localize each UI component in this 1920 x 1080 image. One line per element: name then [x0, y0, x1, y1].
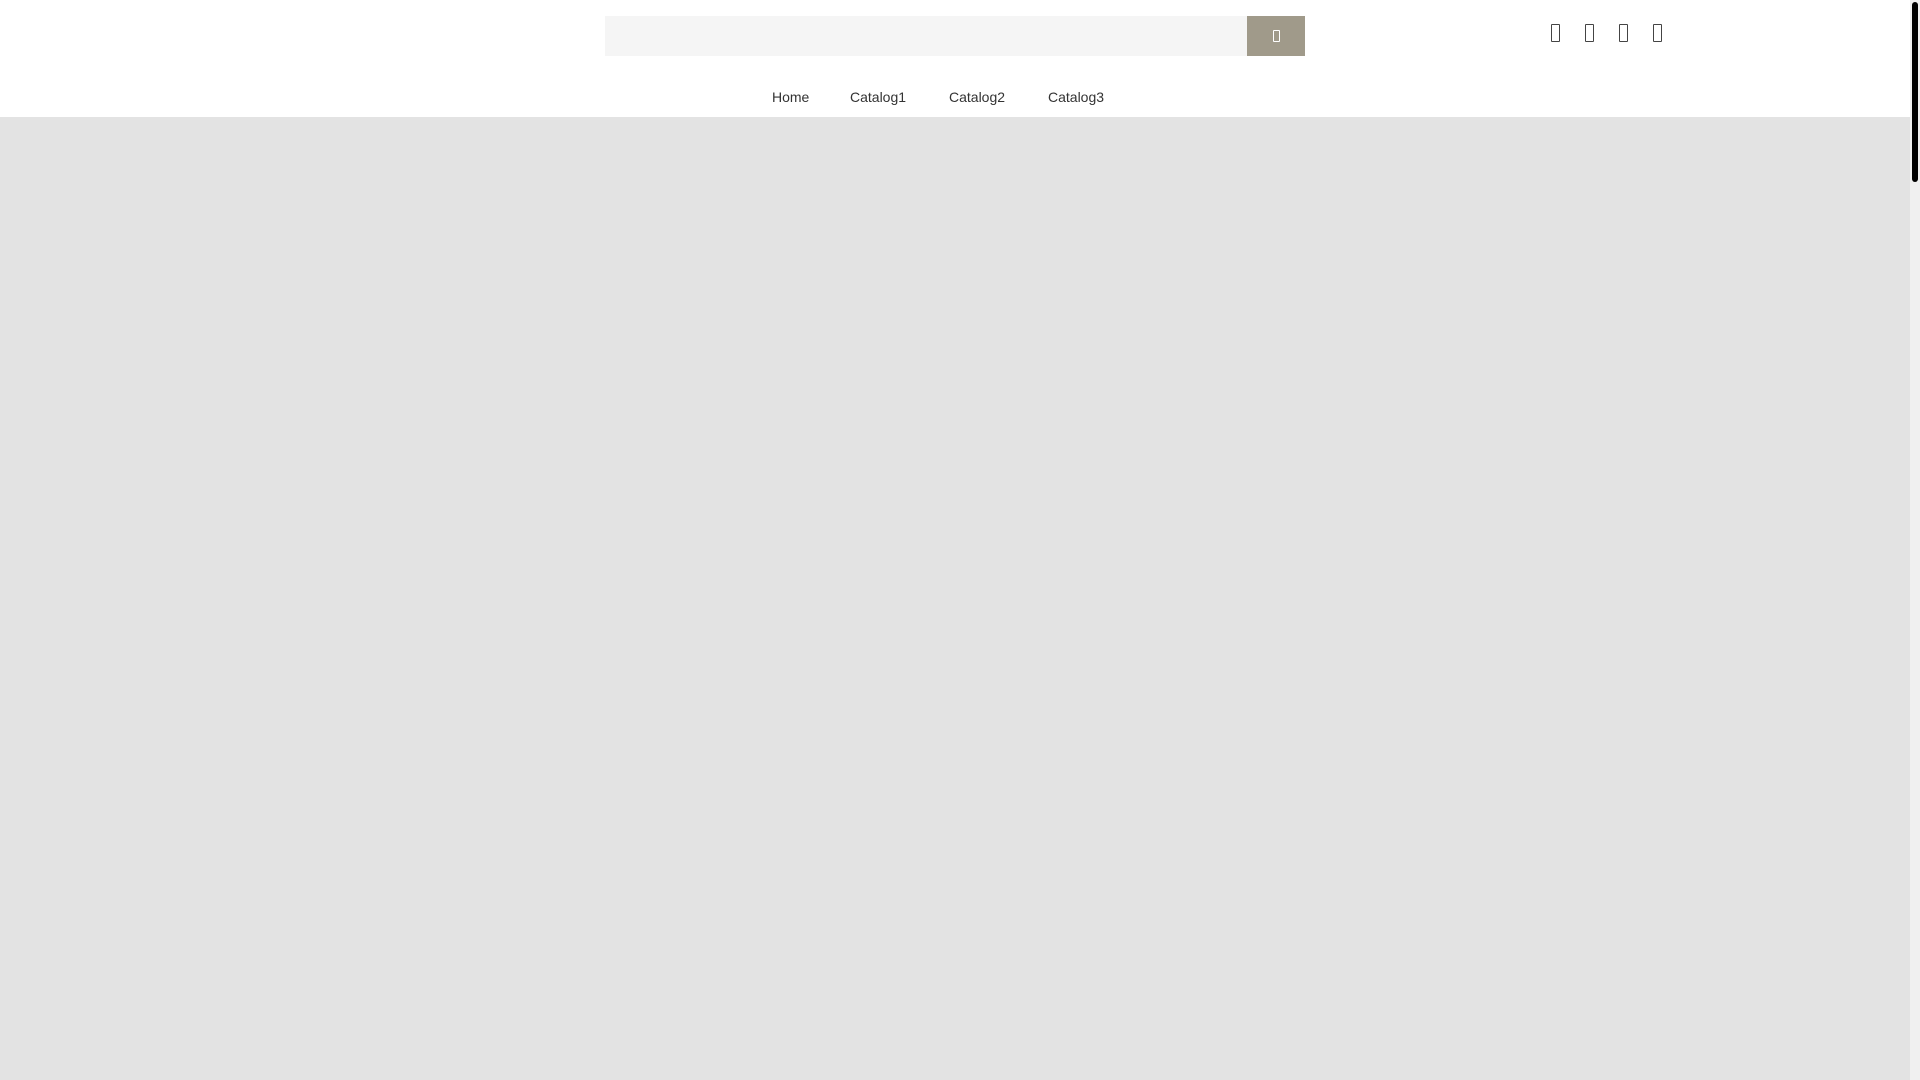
cart-icon[interactable]	[1650, 22, 1664, 44]
vertical-scrollbar[interactable]	[1910, 0, 1920, 1080]
nav-item-catalog1[interactable]: Catalog1	[850, 88, 906, 106]
scrollbar-thumb[interactable]	[1912, 2, 1918, 182]
compare-icon[interactable]	[1616, 22, 1630, 44]
nav-item-catalog3[interactable]: Catalog3	[1048, 88, 1104, 106]
main-content-placeholder	[0, 117, 1910, 1080]
site-header: Home Catalog1 Catalog2 Catalog3	[0, 0, 1910, 117]
nav-item-home[interactable]: Home	[772, 88, 809, 106]
page: Home Catalog1 Catalog2 Catalog3	[0, 0, 1920, 1080]
heart-icon[interactable]	[1582, 22, 1596, 44]
search-input[interactable]	[605, 16, 1247, 56]
search-icon	[1272, 30, 1280, 42]
user-icon[interactable]	[1548, 22, 1562, 44]
search-button[interactable]	[1247, 16, 1305, 56]
main-navigation: Home Catalog1 Catalog2 Catalog3	[0, 88, 1910, 108]
nav-item-catalog2[interactable]: Catalog2	[949, 88, 1005, 106]
